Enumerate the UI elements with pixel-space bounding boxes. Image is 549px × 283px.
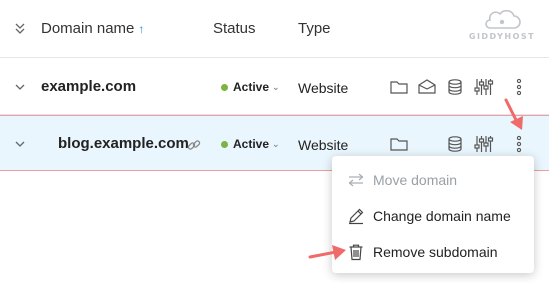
annotation-arrow-icon (308, 245, 346, 260)
status-dropdown[interactable]: Active ⌄ (221, 135, 280, 153)
swap-icon (348, 173, 364, 187)
menu-item-label: Change domain name (373, 208, 511, 224)
more-options-icon[interactable] (508, 76, 530, 98)
domain-name-column-label: Domain name (41, 20, 135, 37)
chevron-down-icon[interactable] (12, 79, 28, 95)
database-icon[interactable] (444, 76, 466, 98)
database-icon[interactable] (444, 133, 466, 155)
row-actions-menu: Move domain Change domain name Remove su… (332, 156, 534, 273)
domain-name[interactable]: example.com (41, 77, 136, 97)
folder-icon[interactable] (388, 133, 410, 155)
move-domain-menu-item[interactable]: Move domain (332, 162, 534, 198)
status-label: Active (233, 137, 270, 151)
sort-ascending-icon: ↑ (138, 22, 145, 36)
domain-name-column-header[interactable]: Domain name ↑ (41, 19, 144, 39)
active-status-dot (221, 140, 228, 148)
active-status-dot (221, 83, 228, 91)
cloud-logo-icon (485, 9, 521, 29)
menu-item-label: Remove subdomain (373, 244, 498, 260)
annotation-arrow-icon (504, 98, 523, 130)
chevron-down-icon[interactable] (12, 136, 28, 152)
type-column-header[interactable]: Type (298, 19, 331, 39)
giddyhost-logo: GIDDYHOST (460, 9, 544, 44)
table-row[interactable]: example.com Active ⌄ Website (0, 59, 549, 115)
status-column-header[interactable]: Status (213, 19, 256, 39)
change-domain-name-menu-item[interactable]: Change domain name (332, 198, 534, 234)
status-dropdown[interactable]: Active ⌄ (221, 78, 280, 96)
menu-item-label: Move domain (373, 172, 458, 188)
logo-text: GIDDYHOST (468, 32, 536, 41)
settings-sliders-icon[interactable] (472, 133, 494, 155)
subdomain-name[interactable]: blog.example.com (58, 134, 189, 154)
remove-subdomain-menu-item[interactable]: Remove subdomain (332, 234, 534, 270)
chevron-down-icon: ⌄ (272, 82, 280, 92)
chevron-down-icon: ⌄ (272, 139, 280, 149)
type-label: Website (298, 80, 349, 96)
folder-icon[interactable] (388, 76, 410, 98)
expand-all-chevron-icon[interactable] (12, 20, 28, 36)
pencil-icon (349, 208, 364, 225)
settings-sliders-icon[interactable] (472, 76, 494, 98)
more-options-icon[interactable] (508, 133, 530, 155)
trash-icon (349, 244, 363, 261)
table-header: Domain name ↑ Status Type GIDDYHOST (0, 0, 549, 58)
mail-icon[interactable] (416, 76, 438, 98)
link-icon (187, 140, 201, 150)
type-label: Website (298, 137, 349, 153)
status-label: Active (233, 80, 270, 94)
